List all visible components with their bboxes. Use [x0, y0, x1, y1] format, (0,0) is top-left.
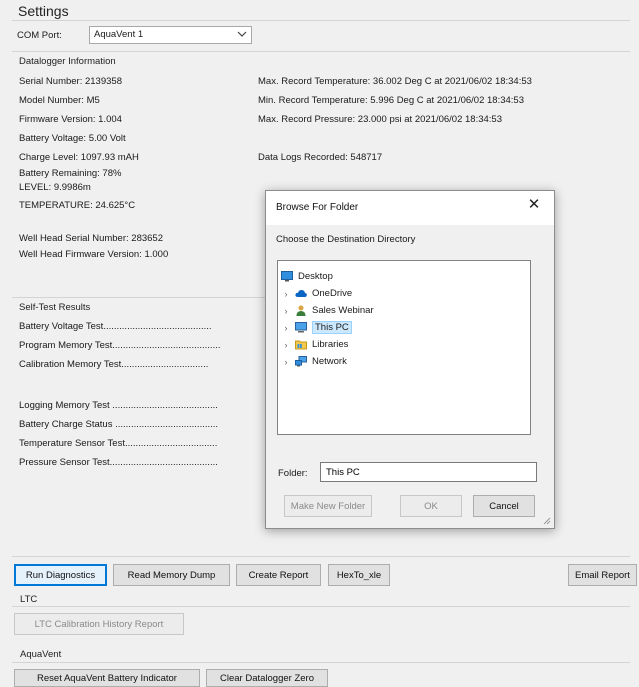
network-icon	[295, 356, 307, 367]
cloud-icon	[295, 290, 307, 297]
serial-number: Serial Number: 2139358	[19, 76, 122, 87]
battery-remaining: Battery Remaining: 78%	[19, 168, 122, 179]
test-battery-charge: Battery Charge Status ..................…	[19, 419, 219, 430]
test-calibration-memory: Calibration Memory Test.................…	[19, 359, 209, 370]
tree-item-desktop[interactable]: Desktop	[281, 269, 333, 284]
desktop-icon	[281, 271, 293, 282]
datalogger-section-label: Datalogger Information	[19, 56, 116, 67]
make-new-folder-button[interactable]: Make New Folder	[284, 495, 372, 517]
tree-item-network[interactable]: › Network	[281, 354, 347, 369]
model-number: Model Number: M5	[19, 95, 100, 106]
test-temperature-sensor: Temperature Sensor Test.................…	[19, 438, 218, 449]
tree-item-label: OneDrive	[312, 288, 353, 299]
aquavent-section-label: AquaVent	[20, 649, 62, 660]
ltc-calibration-history-button[interactable]: LTC Calibration History Report	[14, 613, 184, 635]
hexto-xle-button[interactable]: HexTo_xle	[328, 564, 390, 586]
ltc-section-label: LTC	[20, 594, 38, 605]
computer-icon	[295, 322, 307, 333]
folder-tree[interactable]: Desktop › OneDrive › Sales Webinar › Thi…	[277, 260, 531, 435]
browse-folder-dialog: Browse For Folder ✕ Choose the Destinati…	[265, 190, 555, 529]
tree-item-label: This PC	[312, 321, 352, 334]
test-program-memory: Program Memory Test.....................…	[19, 340, 221, 351]
firmware-version: Firmware Version: 1.004	[19, 114, 122, 125]
divider	[12, 662, 630, 663]
dialog-title: Browse For Folder	[276, 202, 359, 213]
temperature-reading: TEMPERATURE: 24.625°C	[19, 200, 136, 211]
data-logs-recorded: Data Logs Recorded: 548717	[258, 152, 383, 163]
level-reading: LEVEL: 9.9986m	[19, 182, 91, 193]
well-head-serial: Well Head Serial Number: 283652	[19, 233, 163, 244]
expand-arrow-icon[interactable]: ›	[281, 323, 291, 333]
charge-level: Charge Level: 1097.93 mAH	[19, 152, 139, 163]
tree-item-libraries[interactable]: › Libraries	[281, 337, 349, 352]
clear-datalogger-zero-button[interactable]: Clear Datalogger Zero	[206, 669, 328, 687]
test-logging-memory: Logging Memory Test ....................…	[19, 400, 218, 411]
com-port-value: AquaVent 1	[94, 29, 144, 40]
tree-item-this-pc[interactable]: › This PC	[281, 320, 352, 335]
tree-item-label: Libraries	[312, 339, 349, 350]
page-title: Settings	[18, 3, 69, 19]
user-icon	[296, 305, 306, 316]
ok-button[interactable]: OK	[400, 495, 462, 517]
folder-input[interactable]	[320, 462, 537, 482]
resize-grip-icon[interactable]	[543, 517, 551, 525]
create-report-button[interactable]: Create Report	[236, 564, 321, 586]
cancel-button[interactable]: Cancel	[473, 495, 535, 517]
divider	[12, 606, 630, 607]
divider	[12, 297, 272, 298]
battery-voltage: Battery Voltage: 5.00 Volt	[19, 133, 126, 144]
expand-arrow-icon[interactable]: ›	[281, 289, 291, 299]
tree-item-label: Desktop	[298, 271, 333, 282]
min-record-temperature: Min. Record Temperature: 5.996 Deg C at …	[258, 95, 524, 106]
max-record-temperature: Max. Record Temperature: 36.002 Deg C at…	[258, 76, 532, 87]
dialog-body: Choose the Destination Directory Desktop…	[266, 225, 554, 528]
tree-item-onedrive[interactable]: › OneDrive	[281, 286, 353, 301]
run-diagnostics-button[interactable]: Run Diagnostics	[14, 564, 107, 586]
max-record-pressure: Max. Record Pressure: 23.000 psi at 2021…	[258, 114, 502, 125]
test-pressure-sensor: Pressure Sensor Test....................…	[19, 457, 218, 468]
expand-arrow-icon[interactable]: ›	[281, 306, 291, 316]
divider	[12, 556, 630, 557]
close-icon[interactable]: ✕	[526, 197, 542, 213]
well-head-firmware: Well Head Firmware Version: 1.000	[19, 249, 169, 260]
divider	[12, 20, 630, 21]
tree-item-label: Sales Webinar	[312, 305, 374, 316]
tree-item-sales-webinar[interactable]: › Sales Webinar	[281, 303, 374, 318]
library-folder-icon	[295, 340, 307, 350]
com-port-label: COM Port:	[17, 30, 62, 41]
com-port-select[interactable]: AquaVent 1	[89, 26, 252, 44]
divider	[12, 51, 630, 52]
email-report-button[interactable]: Email Report	[568, 564, 637, 586]
reset-battery-indicator-button[interactable]: Reset AquaVent Battery Indicator	[14, 669, 200, 687]
test-battery-voltage: Battery Voltage Test....................…	[19, 321, 212, 332]
self-test-section-label: Self-Test Results	[19, 302, 91, 313]
dialog-prompt: Choose the Destination Directory	[276, 234, 416, 245]
expand-arrow-icon[interactable]: ›	[281, 357, 291, 367]
expand-arrow-icon[interactable]: ›	[281, 340, 291, 350]
tree-item-label: Network	[312, 356, 347, 367]
read-memory-dump-button[interactable]: Read Memory Dump	[113, 564, 230, 586]
chevron-down-icon	[237, 31, 247, 37]
folder-label: Folder:	[278, 468, 308, 479]
